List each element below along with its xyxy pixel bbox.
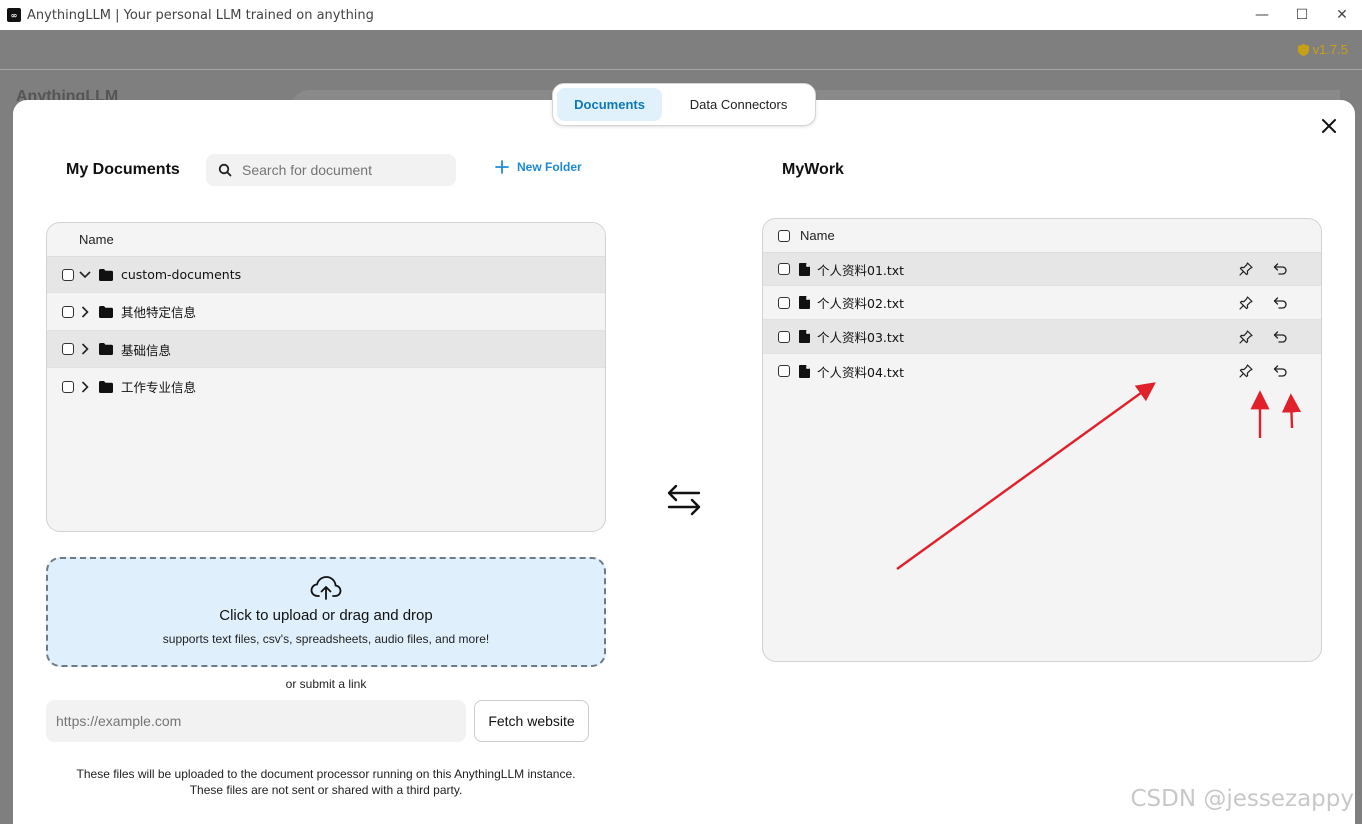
window-titlebar: ∞ AnythingLLM | Your personal LLM traine… — [0, 0, 1362, 30]
upload-cloud-icon — [310, 576, 342, 600]
folder-row[interactable]: custom-documents — [47, 257, 605, 293]
file-icon — [799, 296, 810, 309]
workspace-file-row[interactable]: 个人资料03.txt — [763, 320, 1321, 354]
folder-row[interactable]: 基础信息 — [47, 331, 605, 368]
folder-name: 其他特定信息 — [121, 305, 197, 320]
folder-icon — [99, 343, 113, 355]
documents-table-header: Name — [47, 223, 605, 257]
upload-sub-text: supports text files, csv's, spreadsheets… — [162, 632, 490, 646]
app-logo-icon: ∞ — [7, 8, 21, 22]
undo-icon[interactable] — [1273, 296, 1287, 309]
folder-checkbox[interactable] — [62, 380, 74, 393]
file-icon — [799, 364, 810, 378]
minimize-button[interactable]: — — [1242, 0, 1282, 30]
submit-link-label: or submit a link — [285, 677, 367, 691]
pin-icon[interactable] — [1239, 329, 1253, 344]
window-title: AnythingLLM | Your personal LLM trained … — [27, 7, 374, 23]
search-icon — [218, 163, 232, 177]
column-name-header: Name — [79, 232, 114, 247]
file-checkbox[interactable] — [778, 330, 790, 343]
file-icon — [799, 330, 810, 343]
undo-icon[interactable] — [1273, 263, 1287, 275]
modal-close-button[interactable] — [1316, 113, 1342, 139]
file-checkbox[interactable] — [778, 263, 790, 275]
file-icon — [799, 262, 810, 276]
url-field[interactable] — [46, 700, 466, 742]
disclaimer-line-2: These files are not sent or shared with … — [189, 783, 463, 797]
document-search[interactable] — [206, 154, 456, 186]
file-checkbox[interactable] — [778, 365, 790, 377]
upload-disclaimer: These files will be uploaded to the docu… — [46, 766, 606, 798]
workspace-title: MyWork — [782, 161, 844, 178]
watermark: CSDN @jessezappy — [1130, 786, 1354, 812]
file-name: 个人资料01.txt — [817, 262, 905, 278]
tab-data-connectors[interactable]: Data Connectors — [666, 88, 811, 121]
window-controls: — ☐ ✕ — [1242, 0, 1362, 30]
window-close-button[interactable]: ✕ — [1322, 0, 1362, 30]
select-all-checkbox[interactable] — [778, 229, 790, 242]
undo-icon[interactable] — [1273, 365, 1287, 377]
workspace-file-row[interactable]: 个人资料02.txt — [763, 286, 1321, 320]
file-checkbox[interactable] — [778, 296, 790, 309]
workspace-file-row[interactable]: 个人资料04.txt — [763, 354, 1321, 388]
file-name: 个人资料03.txt — [817, 330, 905, 345]
version-badge: v1.7.5 — [1297, 42, 1348, 57]
file-name: 个人资料02.txt — [817, 296, 905, 311]
modal-tabs: Documents Data Connectors — [552, 83, 816, 126]
fetch-website-button[interactable]: Fetch website — [474, 700, 589, 742]
tab-documents[interactable]: Documents — [557, 88, 663, 121]
column-name-header: Name — [800, 228, 835, 243]
file-actions — [1239, 329, 1287, 344]
plus-icon — [495, 160, 509, 174]
pin-icon[interactable] — [1239, 262, 1253, 276]
undo-icon[interactable] — [1273, 330, 1287, 343]
upload-main-text: Click to upload or drag and drop — [219, 607, 433, 624]
search-input[interactable] — [242, 162, 442, 178]
folder-row[interactable]: 工作专业信息 — [47, 368, 605, 405]
folder-name: 工作专业信息 — [121, 380, 197, 395]
swap-arrows-icon[interactable] — [666, 484, 702, 521]
folder-checkbox[interactable] — [62, 268, 74, 281]
new-folder-button[interactable]: New Folder — [495, 160, 582, 174]
header-divider — [0, 69, 1362, 70]
pin-icon[interactable] — [1239, 295, 1253, 310]
folder-name: custom-documents — [121, 267, 242, 282]
folder-icon — [99, 380, 113, 393]
new-folder-label: New Folder — [517, 160, 582, 174]
chevron-right-icon[interactable] — [78, 380, 92, 393]
chevron-right-icon[interactable] — [78, 343, 92, 355]
folder-checkbox[interactable] — [62, 343, 74, 355]
folder-icon — [99, 305, 113, 318]
file-actions — [1239, 364, 1287, 378]
folder-name: 基础信息 — [121, 342, 172, 358]
disclaimer-line-1: These files will be uploaded to the docu… — [76, 767, 576, 781]
file-actions — [1239, 295, 1287, 310]
folder-checkbox[interactable] — [62, 305, 74, 318]
folder-icon — [99, 268, 113, 281]
version-text: v1.7.5 — [1312, 42, 1348, 57]
pin-icon[interactable] — [1239, 364, 1253, 378]
url-input[interactable] — [56, 713, 456, 729]
my-documents-title: My Documents — [66, 161, 180, 178]
file-name: 个人资料04.txt — [817, 364, 905, 380]
file-actions — [1239, 262, 1287, 276]
maximize-button[interactable]: ☐ — [1282, 0, 1322, 30]
upload-dropzone[interactable]: Click to upload or drag and drop support… — [46, 557, 606, 667]
shield-icon — [1297, 43, 1309, 56]
my-documents-panel: Name custom-documents 其他特定信息 基础信息 工作专业信息 — [46, 222, 606, 532]
workspace-panel: Name 个人资料01.txt 个人资料02.txt 个人资料03.txt 个人… — [762, 218, 1322, 662]
chevron-down-icon[interactable] — [78, 270, 92, 279]
close-icon — [1322, 119, 1336, 133]
workspace-file-row[interactable]: 个人资料01.txt — [763, 253, 1321, 286]
folder-row[interactable]: 其他特定信息 — [47, 293, 605, 331]
chevron-right-icon[interactable] — [78, 305, 92, 318]
workspace-table-header: Name — [763, 219, 1321, 253]
